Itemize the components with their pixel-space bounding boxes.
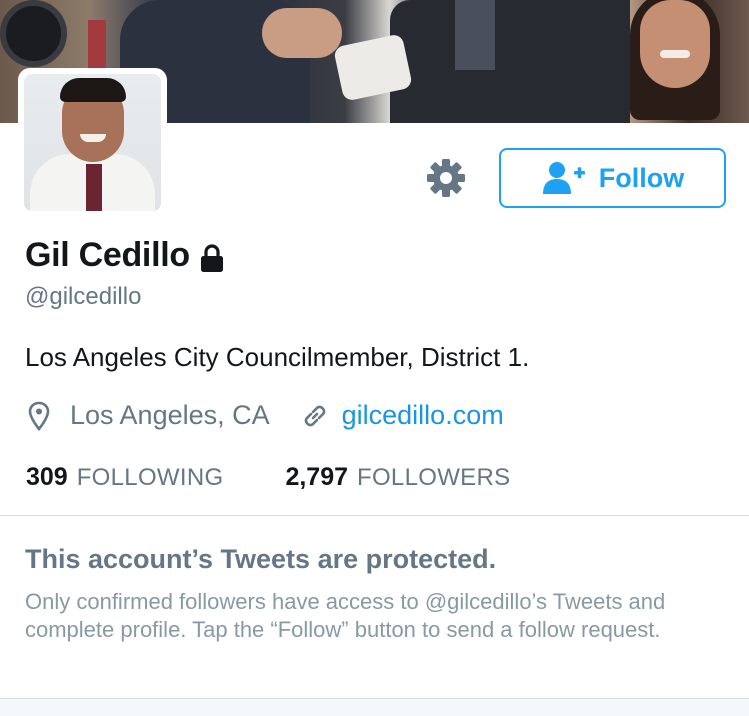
link-icon — [300, 401, 330, 431]
map-pin-icon-graphic — [28, 401, 50, 431]
bottom-background — [0, 699, 749, 716]
profile-avatar[interactable] — [18, 68, 167, 217]
avatar-hair-shape — [60, 78, 126, 102]
profile-handle: @gilcedillo — [25, 283, 142, 310]
lock-icon — [200, 238, 224, 274]
profile-meta-row: Los Angeles, CA gilcedillo.com — [28, 400, 504, 431]
avatar-photo — [24, 74, 161, 211]
protected-notice-title: This account’s Tweets are protected. — [25, 544, 497, 574]
banner-tie-shape-2 — [455, 0, 495, 70]
banner-hand-shape — [262, 8, 342, 58]
banner-smile-shape — [660, 50, 690, 58]
following-label: FOLLOWING — [76, 464, 224, 491]
avatar-tie-shape — [86, 164, 102, 211]
following-stat[interactable]: 309 FOLLOWING — [26, 463, 223, 492]
banner-suit-shape-2 — [390, 0, 630, 123]
banner-camera-shape — [0, 0, 67, 67]
lock-icon-graphic — [200, 243, 223, 272]
profile-website-link[interactable]: gilcedillo.com — [342, 400, 504, 431]
followers-count: 2,797 — [285, 463, 348, 491]
gear-icon-graphic — [427, 159, 465, 197]
followers-stat[interactable]: 2,797 FOLLOWERS — [285, 463, 510, 492]
profile-name-row: Gil Cedillo — [25, 236, 224, 275]
add-user-icon — [542, 162, 585, 194]
gear-icon[interactable] — [426, 158, 466, 198]
following-count: 309 — [26, 463, 68, 491]
profile-stats-row: 309 FOLLOWING 2,797 FOLLOWERS — [26, 463, 510, 492]
section-divider — [0, 515, 749, 516]
followers-label: FOLLOWERS — [357, 464, 511, 491]
link-icon-graphic — [304, 405, 325, 426]
profile-name: Gil Cedillo — [25, 236, 190, 274]
banner-face-shape — [640, 0, 710, 88]
profile-bio: Los Angeles City Councilmember, District… — [25, 342, 530, 372]
profile-location: Los Angeles, CA — [70, 400, 270, 430]
protected-notice-body: Only confirmed followers have access to … — [25, 589, 666, 642]
map-pin-icon — [28, 401, 50, 431]
follow-button[interactable]: Follow — [499, 148, 726, 208]
avatar-smile-shape — [80, 134, 106, 142]
follow-button-label: Follow — [598, 162, 685, 193]
